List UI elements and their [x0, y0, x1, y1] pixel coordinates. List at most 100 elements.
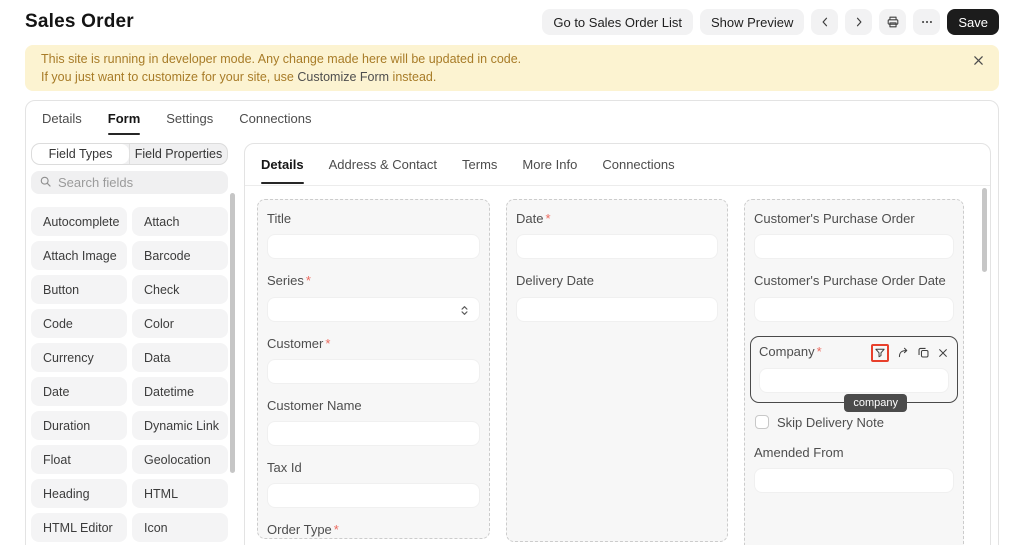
go-to-sales-order-list-button[interactable]: Go to Sales Order List: [542, 9, 693, 35]
chevron-left-icon: [819, 16, 831, 28]
field-type-float[interactable]: Float: [31, 445, 127, 474]
field-type-autocomplete[interactable]: Autocomplete: [31, 207, 127, 236]
field-type-dynamic-link[interactable]: Dynamic Link: [132, 411, 228, 440]
required-asterisk: *: [334, 522, 339, 537]
field-customer-s-purchase-order: Customer's Purchase Order: [754, 211, 954, 259]
field-type-icon[interactable]: Icon: [132, 513, 228, 542]
move-icon[interactable]: [897, 346, 910, 359]
field-input[interactable]: [754, 297, 954, 322]
field-input[interactable]: [516, 297, 718, 322]
field-label: Skip Delivery Note: [777, 415, 884, 430]
sidebar-scrollbar[interactable]: [230, 193, 235, 473]
save-button[interactable]: Save: [947, 9, 999, 35]
field-type-html[interactable]: HTML: [132, 479, 228, 508]
required-asterisk: *: [306, 273, 311, 288]
field-type-html-editor[interactable]: HTML Editor: [31, 513, 127, 542]
field-input[interactable]: [267, 483, 480, 508]
page-header: Sales Order Go to Sales Order List Show …: [0, 0, 1024, 36]
chevron-right-icon: [853, 16, 865, 28]
banner-line2: If you just want to customize for your s…: [41, 69, 955, 87]
select-chevron-icon: [458, 303, 471, 321]
field-input[interactable]: [267, 234, 480, 259]
field-type-duration[interactable]: Duration: [31, 411, 127, 440]
filter-icon[interactable]: [871, 344, 889, 362]
field-input[interactable]: [759, 368, 949, 393]
form-tab-address-contact[interactable]: Address & Contact: [329, 144, 437, 185]
field-type-color[interactable]: Color: [132, 309, 228, 338]
search-fields-input[interactable]: [58, 175, 220, 190]
banner-line1: This site is running in developer mode. …: [41, 51, 955, 69]
field-type-geolocation[interactable]: Geolocation: [132, 445, 228, 474]
field-type-check[interactable]: Check: [132, 275, 228, 304]
field-label: Series*: [267, 273, 480, 289]
form-preview-panel: Details Address & Contact Terms More Info Co…: [244, 143, 991, 545]
field-customer-s-purchase-order-date: Customer's Purchase Order Date: [754, 273, 954, 321]
field-type-grid: AutocompleteAttachAttach ImageBarcodeBut…: [31, 207, 228, 542]
tab-connections[interactable]: Connections: [239, 101, 311, 136]
form-tab-terms[interactable]: Terms: [462, 144, 497, 185]
customize-form-link[interactable]: Customize Form: [297, 70, 389, 84]
field-type-barcode[interactable]: Barcode: [132, 241, 228, 270]
field-label: Customer's Purchase Order Date: [754, 273, 954, 289]
header-actions: Go to Sales Order List Show Preview Save: [542, 9, 999, 35]
field-type-attach-image[interactable]: Attach Image: [31, 241, 127, 270]
field-label: Tax Id: [267, 460, 480, 476]
print-button[interactable]: [879, 9, 906, 35]
duplicate-icon[interactable]: [917, 346, 930, 359]
field-skip-delivery-note: Skip Delivery Note: [755, 415, 954, 430]
printer-icon: [886, 15, 900, 29]
close-icon: [973, 54, 984, 69]
form-tab-details[interactable]: Details: [261, 144, 304, 185]
field-sidebar: Field TypesField Properties Autocomplete…: [31, 143, 228, 545]
fieldname-tooltip: company: [844, 394, 907, 412]
field-input[interactable]: [754, 234, 954, 259]
selected-field-company[interactable]: Company*company: [750, 336, 958, 403]
tab-form[interactable]: Form: [108, 101, 141, 136]
tab-settings[interactable]: Settings: [166, 101, 213, 136]
field-type-currency[interactable]: Currency: [31, 343, 127, 372]
required-asterisk: *: [325, 336, 330, 351]
field-type-data[interactable]: Data: [132, 343, 228, 372]
form-tab-connections[interactable]: Connections: [602, 144, 674, 185]
field-input[interactable]: [516, 234, 718, 259]
show-preview-button[interactable]: Show Preview: [700, 9, 804, 35]
form-column-3: Customer's Purchase Order Customer's Purc…: [744, 199, 964, 545]
sidebar-mode-toggle: Field TypesField Properties: [31, 143, 228, 165]
field-tax-id: Tax Id: [267, 460, 480, 508]
field-label: Title: [267, 211, 480, 227]
field-input[interactable]: [267, 359, 480, 384]
form-tab-more-info[interactable]: More Info: [522, 144, 577, 185]
remove-icon[interactable]: [937, 347, 949, 359]
segment-field-properties[interactable]: Field Properties: [129, 144, 227, 164]
field-type-datetime[interactable]: Datetime: [132, 377, 228, 406]
form-builder-card: Details Form Settings Connections Field Typ…: [25, 100, 999, 545]
field-select[interactable]: [267, 297, 480, 322]
field-label: Customer Name: [267, 398, 480, 414]
field-label: Order Type*: [267, 522, 480, 538]
field-type-attach[interactable]: Attach: [132, 207, 228, 236]
field-delivery-date: Delivery Date: [516, 273, 718, 321]
field-type-button[interactable]: Button: [31, 275, 127, 304]
checkbox-skip-delivery-note[interactable]: [755, 415, 769, 429]
field-amended-from: Amended From: [754, 445, 954, 493]
required-asterisk: *: [545, 211, 550, 226]
form-panel-scrollbar[interactable]: [982, 188, 987, 272]
segment-field-types[interactable]: Field Types: [32, 144, 129, 164]
tab-details[interactable]: Details: [42, 101, 82, 136]
previous-button[interactable]: [811, 9, 838, 35]
field-type-date[interactable]: Date: [31, 377, 127, 406]
field-label: Delivery Date: [516, 273, 718, 289]
field-type-code[interactable]: Code: [31, 309, 127, 338]
form-column-1: Title Series* Customer* Customer Name Tax Id…: [257, 199, 490, 539]
field-input[interactable]: [754, 468, 954, 493]
field-input[interactable]: [267, 421, 480, 446]
field-type-heading[interactable]: Heading: [31, 479, 127, 508]
field-label: Customer's Purchase Order: [754, 211, 954, 227]
form-tabbar: Details Address & Contact Terms More Info Co…: [245, 144, 990, 186]
form-builder-content: Field TypesField Properties Autocomplete…: [26, 136, 998, 545]
field-customer: Customer*: [267, 336, 480, 384]
banner-close-button[interactable]: [973, 54, 984, 69]
field-label: Company*: [759, 344, 822, 360]
more-options-button[interactable]: [913, 9, 940, 35]
next-button[interactable]: [845, 9, 872, 35]
